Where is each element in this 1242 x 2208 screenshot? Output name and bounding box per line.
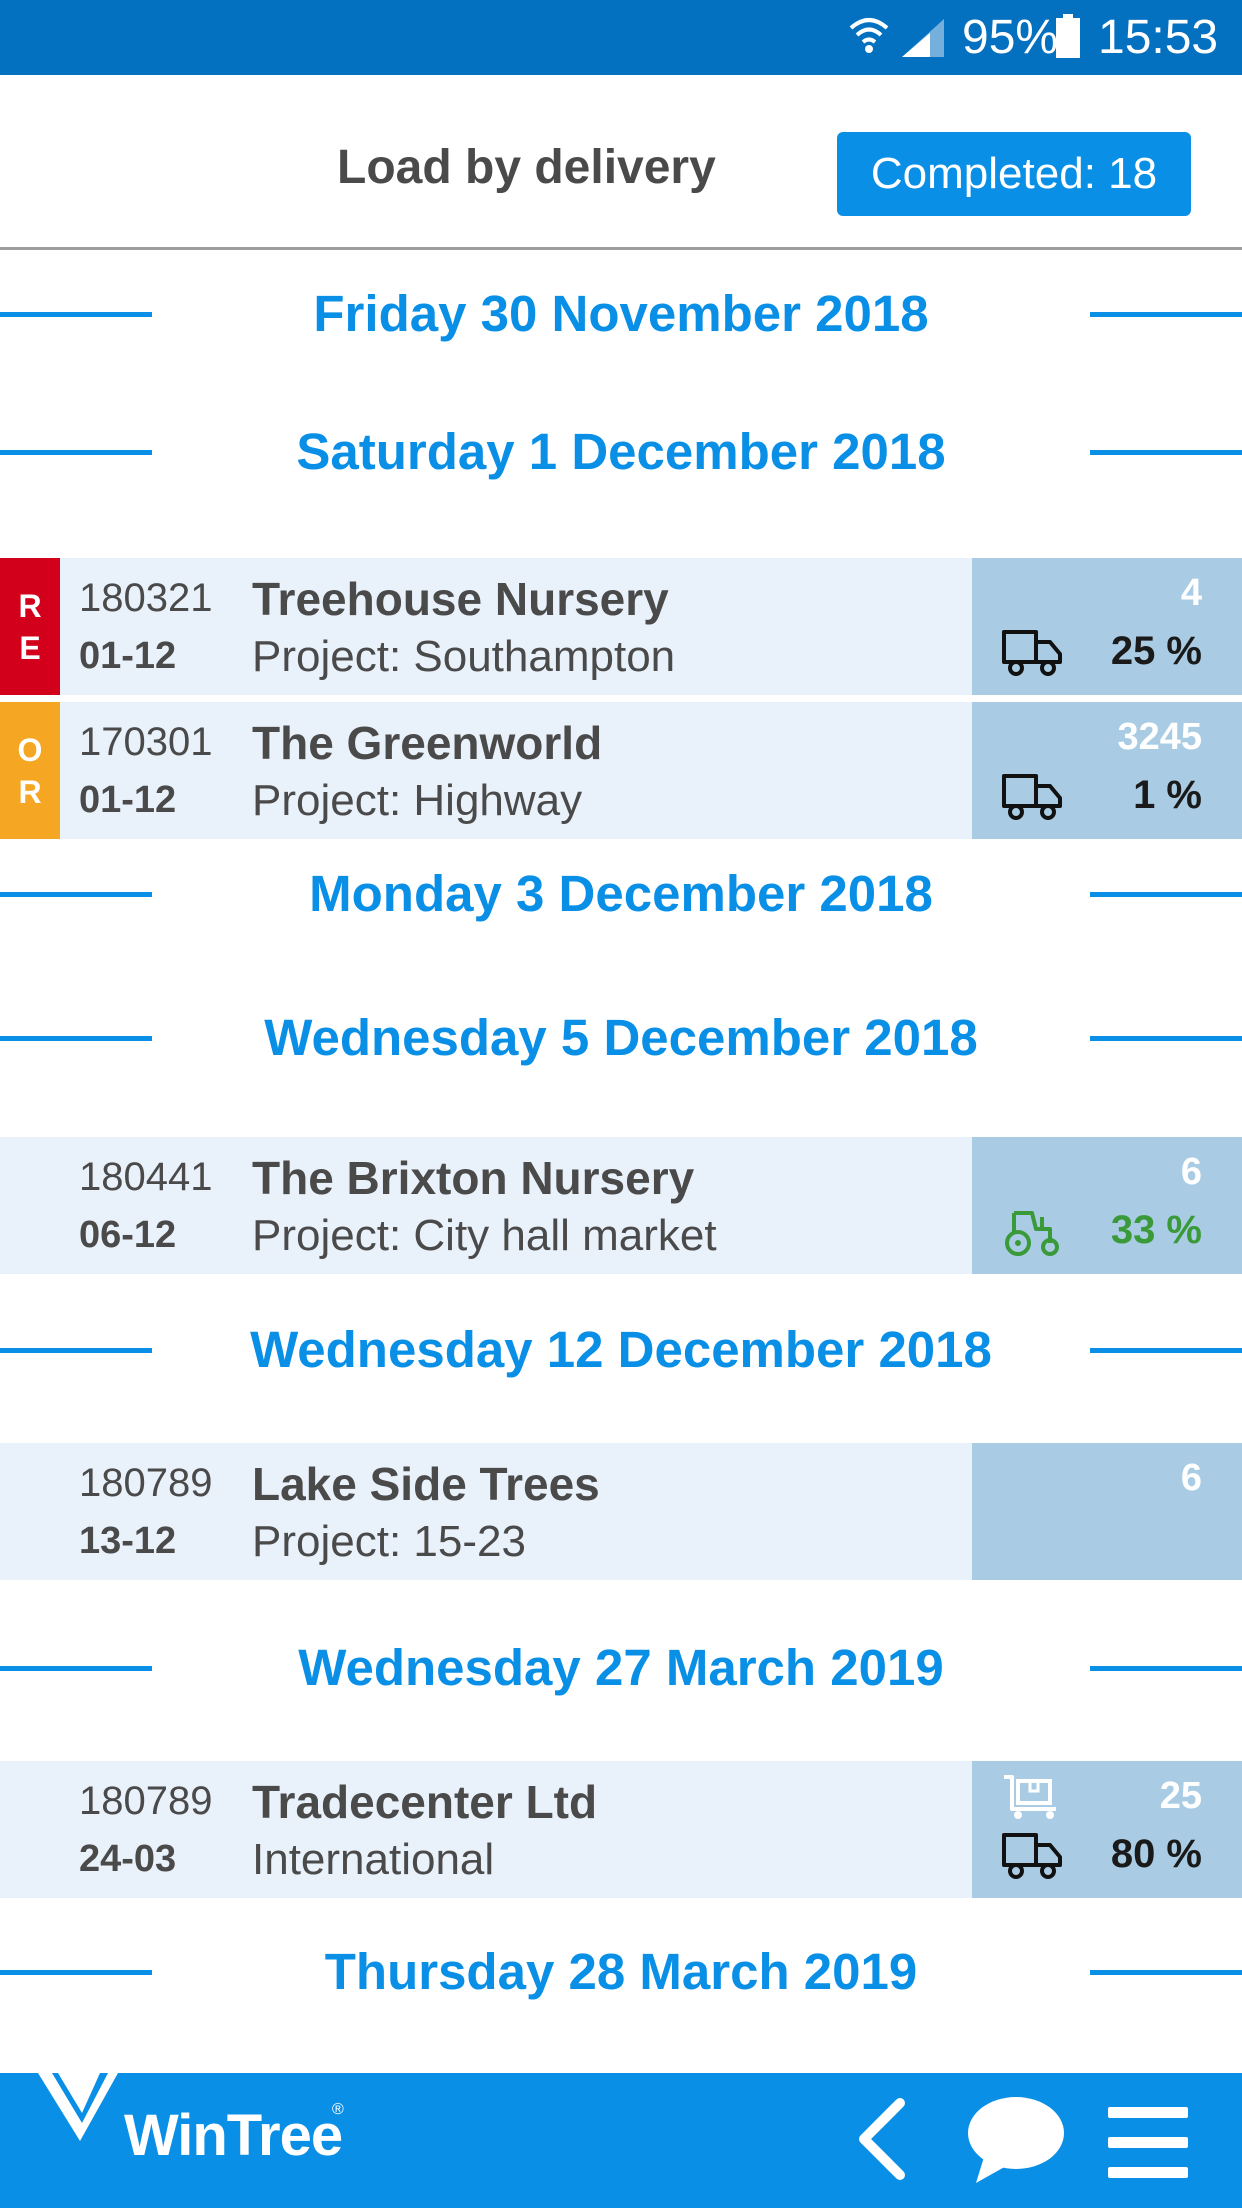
delivery-row[interactable]: O R 170301 01-12 The Greenworld Project:…	[0, 702, 1242, 839]
load-summary: 25 80 %	[972, 1761, 1242, 1898]
item-count: 4	[1180, 572, 1202, 614]
page-title: Load by delivery	[337, 141, 716, 194]
customer-name: The Greenworld	[252, 717, 603, 769]
status-tag: O R	[0, 702, 60, 839]
date-heading: Friday 30 November 2018	[313, 285, 929, 342]
customer-name: The Brixton Nursery	[252, 1152, 695, 1204]
order-number: 180789	[79, 1779, 213, 1823]
project-name: Project: Highway	[252, 776, 583, 825]
delivery-date: 06-12	[79, 1214, 177, 1256]
separator-line	[0, 1036, 152, 1041]
truck-icon	[1002, 1833, 1062, 1879]
project-name: Project: Southampton	[252, 632, 676, 681]
separator-line	[1090, 450, 1242, 455]
order-number: 180321	[79, 576, 213, 620]
date-heading: Wednesday 27 March 2019	[298, 1639, 944, 1696]
signal-icon	[902, 19, 944, 57]
date-separator: Wednesday 5 December 2018	[0, 1008, 1242, 1068]
tractor-icon	[1005, 1211, 1059, 1256]
separator-line	[0, 312, 152, 317]
clock: 15:53	[1098, 11, 1219, 64]
separator-line	[1090, 1036, 1242, 1041]
date-heading: Monday 3 December 2018	[309, 865, 933, 922]
date-heading: Wednesday 5 December 2018	[264, 1009, 978, 1066]
date-heading: Wednesday 12 December 2018	[250, 1321, 992, 1378]
delivery-row[interactable]: 180789 24-03 Tradecenter Ltd Internation…	[0, 1761, 1242, 1898]
item-count: 6	[1180, 1151, 1202, 1193]
back-icon[interactable]	[852, 2097, 912, 2181]
date-separator: Wednesday 27 March 2019	[0, 1638, 1242, 1698]
date-separator: Wednesday 12 December 2018	[0, 1320, 1242, 1380]
menu-icon[interactable]	[1106, 2105, 1190, 2181]
date-heading: Saturday 1 December 2018	[296, 423, 946, 480]
separator-line	[1090, 1348, 1242, 1353]
cart-icon	[1004, 1775, 1056, 1819]
date-heading: Thursday 28 March 2019	[324, 1943, 918, 2000]
separator-line	[0, 1666, 152, 1671]
battery-icon	[1056, 14, 1080, 58]
project-name: International	[252, 1835, 495, 1884]
date-separator: Monday 3 December 2018	[0, 864, 1242, 924]
item-count: 3245	[1117, 716, 1202, 758]
load-summary: 6 33 %	[972, 1137, 1242, 1274]
page-header: Load by delivery Completed: 18	[0, 75, 1242, 250]
load-percentage: 33 %	[1110, 1208, 1202, 1252]
delivery-row[interactable]: 180789 13-12 Lake Side Trees Project: 15…	[0, 1443, 1242, 1580]
separator-line	[1090, 1666, 1242, 1671]
separator-line	[0, 450, 152, 455]
delivery-date: 01-12	[79, 635, 177, 677]
customer-name: Tradecenter Ltd	[252, 1776, 598, 1828]
separator-line	[0, 892, 152, 897]
date-separator: Thursday 28 March 2019	[0, 1942, 1242, 2002]
customer-name: Treehouse Nursery	[252, 573, 669, 625]
load-summary: 3245 1 %	[972, 702, 1242, 839]
customer-name: Lake Side Trees	[252, 1458, 600, 1510]
project-name: Project: 15-23	[252, 1517, 526, 1566]
separator-line	[1090, 1970, 1242, 1975]
completed-button[interactable]: Completed: 18	[837, 132, 1191, 216]
item-count: 25	[1159, 1775, 1202, 1817]
delivery-date: 13-12	[79, 1520, 177, 1562]
bottom-navigation-bar: WinTree ®	[0, 2073, 1242, 2208]
separator-line	[0, 1348, 152, 1353]
date-separator: Friday 30 November 2018	[0, 284, 1242, 344]
status-bar: 95% 15:53	[0, 0, 1242, 75]
load-percentage: 25 %	[1110, 629, 1202, 673]
registered-mark: ®	[332, 2101, 344, 2118]
load-summary: 6	[972, 1443, 1242, 1580]
status-tag: R E	[0, 558, 60, 695]
chat-icon[interactable]	[966, 2095, 1066, 2185]
project-name: Project: City hall market	[252, 1211, 717, 1260]
delivery-date: 01-12	[79, 779, 177, 821]
wintree-logo-mark	[38, 2073, 118, 2141]
order-number: 170301	[79, 720, 213, 764]
date-separator: Saturday 1 December 2018	[0, 422, 1242, 482]
item-count: 6	[1180, 1457, 1202, 1499]
load-percentage: 80 %	[1110, 1832, 1202, 1876]
separator-line	[1090, 892, 1242, 897]
separator-line	[1090, 312, 1242, 317]
load-summary: 4 25 %	[972, 558, 1242, 695]
delivery-row[interactable]: 180441 06-12 The Brixton Nursery Project…	[0, 1137, 1242, 1274]
truck-icon	[1002, 774, 1062, 820]
wifi-icon	[849, 18, 889, 53]
brand-name: WinTree	[124, 2103, 343, 2168]
battery-percentage: 95%	[962, 11, 1059, 64]
separator-line	[0, 1970, 152, 1975]
load-percentage: 1 %	[1133, 773, 1202, 817]
truck-icon	[1002, 630, 1062, 676]
order-number: 180441	[79, 1155, 213, 1199]
delivery-row[interactable]: R E 180321 01-12 Treehouse Nursery Proje…	[0, 558, 1242, 695]
delivery-date: 24-03	[79, 1838, 177, 1880]
order-number: 180789	[79, 1461, 213, 1505]
